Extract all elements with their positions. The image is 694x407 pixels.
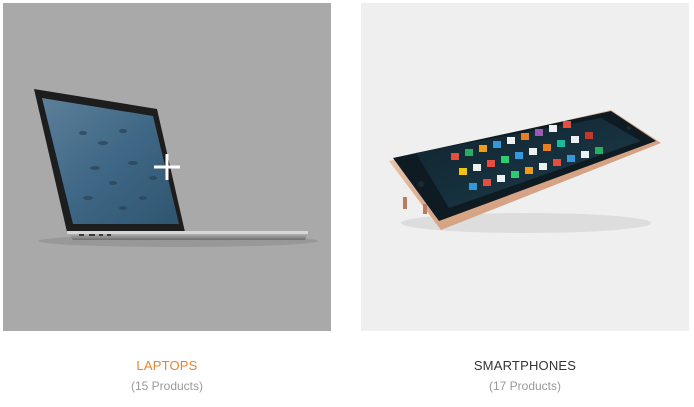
category-title-laptops[interactable]: LAPTOPS bbox=[3, 358, 331, 373]
category-card-smartphones[interactable] bbox=[361, 3, 689, 331]
category-count-smartphones: (17 Products) bbox=[488, 379, 562, 393]
plus-icon[interactable] bbox=[154, 154, 180, 180]
category-card-laptops[interactable] bbox=[3, 3, 331, 331]
category-title-smartphones[interactable]: SMARTPHONES bbox=[361, 358, 689, 373]
smartphone-image[interactable] bbox=[361, 3, 689, 331]
category-count-laptops: (15 Products) bbox=[130, 379, 204, 393]
